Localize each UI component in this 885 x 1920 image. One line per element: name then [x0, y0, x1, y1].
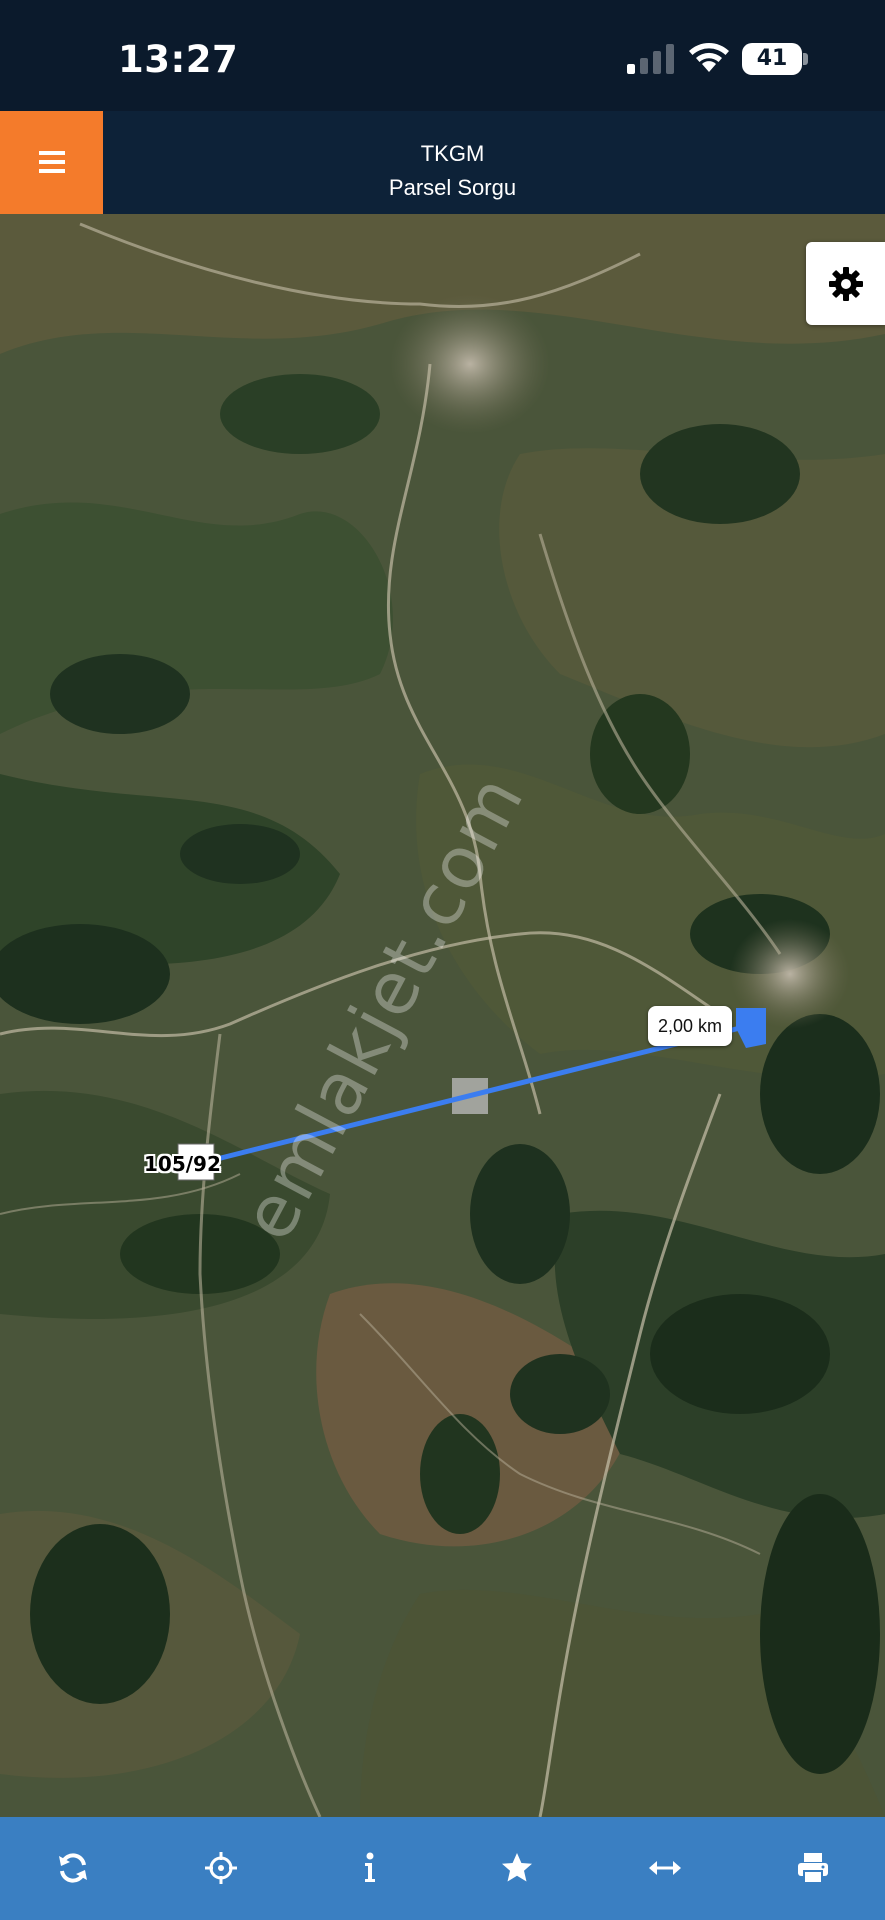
cellular-signal-icon [627, 44, 674, 74]
satellite-imagery [0, 214, 885, 1817]
menu-button[interactable] [0, 111, 103, 214]
distance-label: 2,00 km [648, 1006, 732, 1046]
header-titles: TKGM Parsel Sorgu [0, 111, 885, 214]
battery-level: 41 [756, 46, 788, 71]
favorite-button[interactable] [444, 1817, 592, 1920]
parcel-label[interactable]: 105/92 [144, 1152, 221, 1176]
settings-button[interactable] [806, 242, 885, 325]
locate-crosshair-icon [205, 1852, 237, 1884]
refresh-button[interactable] [0, 1817, 148, 1920]
status-time: 13:27 [118, 38, 239, 81]
refresh-icon [59, 1853, 87, 1883]
hamburger-menu-icon [39, 151, 65, 173]
measure-button[interactable] [592, 1817, 740, 1920]
bottom-toolbar [0, 1817, 885, 1920]
page-title: TKGM [420, 141, 485, 166]
locate-button[interactable] [148, 1817, 296, 1920]
gear-icon [829, 267, 863, 301]
print-button[interactable] [740, 1817, 885, 1920]
battery-icon: 41 [742, 43, 808, 75]
status-bar: 13:27 41 [0, 0, 885, 111]
print-icon [798, 1853, 828, 1884]
info-icon [365, 1852, 375, 1882]
page-subtitle: Parsel Sorgu [388, 175, 517, 200]
map-view[interactable]: emlakjet.com [0, 214, 885, 1817]
star-icon [502, 1853, 532, 1882]
wifi-icon [689, 43, 729, 72]
app-header: TKGM Parsel Sorgu [0, 111, 885, 214]
measure-arrows-icon [649, 1861, 681, 1875]
info-button[interactable] [296, 1817, 444, 1920]
